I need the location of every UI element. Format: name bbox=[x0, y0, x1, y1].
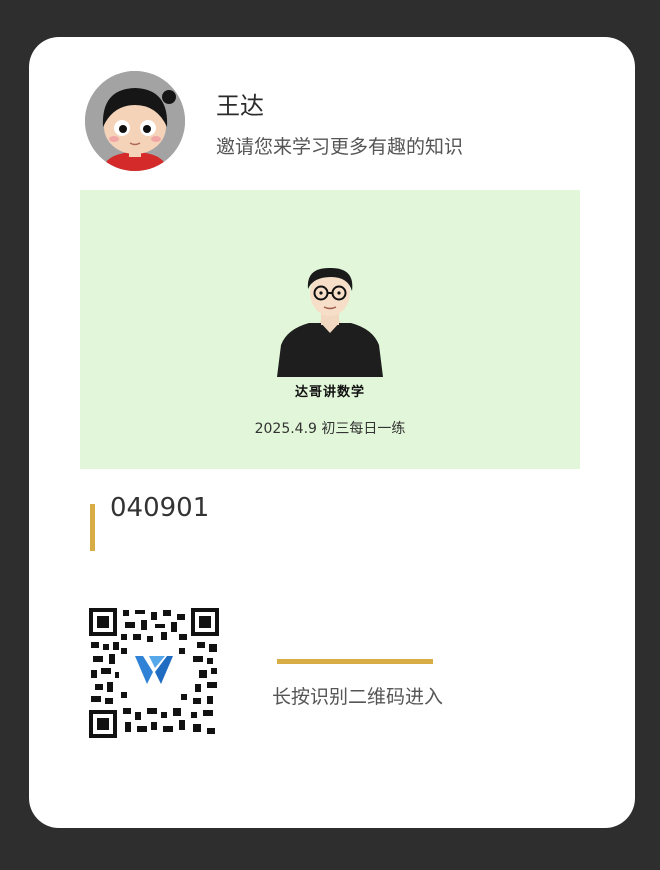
accent-bar bbox=[90, 504, 95, 551]
qr-code[interactable] bbox=[89, 608, 219, 738]
cartoon-girl-avatar-icon bbox=[85, 71, 185, 171]
user-name: 王达 bbox=[216, 92, 264, 120]
invite-text: 邀请您来学习更多有趣的知识 bbox=[216, 136, 464, 158]
invite-code: 040901 bbox=[110, 493, 210, 523]
qr-accent-line bbox=[277, 659, 433, 664]
teacher-mascot-icon bbox=[277, 267, 383, 377]
brand-label: 达哥讲数学 bbox=[294, 385, 365, 400]
course-banner[interactable]: 达哥讲数学 2025.4.9 初三每日一练 bbox=[80, 190, 580, 469]
avatar[interactable] bbox=[85, 71, 185, 171]
qr-hint-text: 长按识别二维码进入 bbox=[272, 686, 444, 708]
banner-caption: 2025.4.9 初三每日一练 bbox=[254, 421, 406, 437]
poster-card: 王达 邀请您来学习更多有趣的知识 达哥讲数学 2025.4.9 初三每日一练 0… bbox=[29, 37, 635, 828]
